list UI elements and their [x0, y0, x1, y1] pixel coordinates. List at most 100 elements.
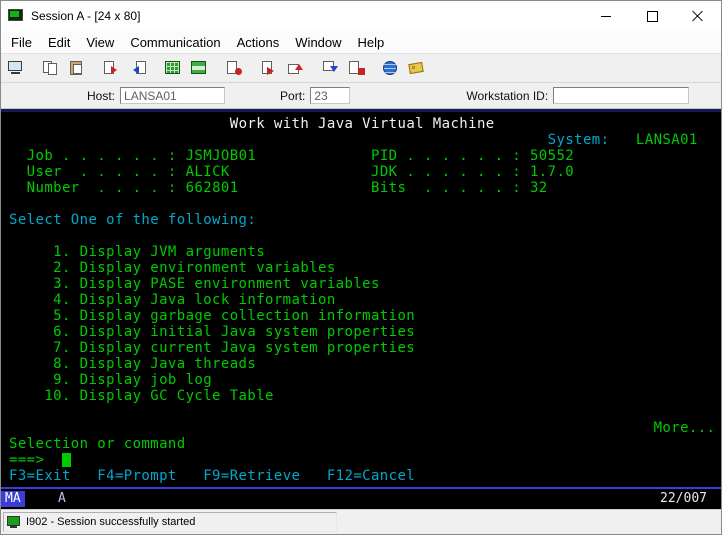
color-setup-icon [190, 60, 208, 76]
menu-edit[interactable]: Edit [40, 33, 78, 52]
terminal-text: 32 [529, 180, 548, 196]
communication-setup-button[interactable] [379, 57, 403, 80]
terminal-row: System: LANSA01 [1, 132, 721, 148]
send-screen-button[interactable] [283, 57, 307, 80]
oia-status-badge: MA [1, 491, 25, 507]
copy-icon [42, 60, 60, 76]
oia-separator [1, 487, 721, 489]
color-setup-button[interactable] [187, 57, 211, 80]
port-label: Port: [280, 88, 306, 103]
oia-session-indicator: A [58, 491, 66, 506]
oia-row: MA A 22/007 [1, 491, 721, 507]
record-macro-button[interactable] [222, 57, 246, 80]
terminal-text: Select One of the following: [9, 212, 257, 228]
terminal-row: ===> [1, 452, 721, 468]
host-label: Host: [87, 88, 116, 103]
session-status-icon [7, 515, 21, 529]
menu-window[interactable]: Window [287, 33, 349, 52]
new-session-button[interactable] [4, 57, 28, 80]
terminal-row: 5. Display garbage collection informatio… [1, 308, 721, 324]
play-macro-icon [260, 60, 278, 76]
keyboard-map-button[interactable] [405, 57, 429, 80]
terminal-row: 8. Display Java threads [1, 356, 721, 372]
copy-button[interactable] [39, 57, 63, 80]
paste-icon [68, 60, 86, 76]
terminal-text: LANSA01 [635, 132, 698, 148]
receive-file-icon [129, 60, 147, 76]
terminal-text: 10. Display GC Cycle Table [44, 388, 274, 404]
paste-button[interactable] [65, 57, 89, 80]
terminal-row: 6. Display initial Java system propertie… [1, 324, 721, 340]
send-file-button[interactable] [100, 57, 124, 80]
workstation-input[interactable] [553, 87, 690, 104]
menu-actions[interactable]: Actions [229, 33, 288, 52]
terminal-row [1, 228, 721, 244]
terminal-row: Work with Java Virtual Machine [1, 116, 721, 132]
terminal-row: 9. Display job log [1, 372, 721, 388]
terminal-row: User . . . . . : ALICK JDK . . . . . . : 1.… [1, 164, 721, 180]
terminal-text: 5. Display garbage collection informatio… [53, 308, 416, 324]
receive-screen-button[interactable] [318, 57, 342, 80]
send-file-icon [103, 60, 121, 76]
receive-screen-icon [321, 60, 339, 76]
menubar: File Edit View Communication Actions Win… [1, 31, 721, 54]
cursor-position: 22/007 [660, 491, 707, 506]
close-button[interactable] [675, 1, 721, 31]
toolbar [1, 54, 721, 83]
terminal-text: 9. Display job log [53, 372, 213, 388]
port-input[interactable] [310, 87, 351, 104]
terminal-text: Selection or command [9, 436, 186, 452]
terminal-text: 50552 [529, 148, 575, 164]
terminal-row: F3=Exit F4=Prompt F9=Retrieve F12=Cancel [1, 468, 721, 484]
terminal-text: 3. Display PASE environment variables [53, 276, 380, 292]
menu-help[interactable]: Help [350, 33, 393, 52]
display-map-button[interactable] [161, 57, 185, 80]
terminal-text: Work with Java Virtual Machine [229, 116, 495, 132]
menu-view[interactable]: View [78, 33, 122, 52]
receive-file-button[interactable] [126, 57, 150, 80]
window-controls [583, 1, 721, 31]
terminal-text: User . . . . . : [26, 164, 177, 180]
terminal-text: Number . . . . : [26, 180, 177, 196]
workstation-label: Workstation ID: [466, 88, 549, 103]
terminal-text: JDK . . . . . . : [371, 164, 522, 180]
menu-file[interactable]: File [3, 33, 40, 52]
session-window: Session A - [24 x 80] File Edit View Com… [0, 0, 722, 535]
terminal-text: System: [547, 132, 610, 148]
terminal-row: 3. Display PASE environment variables [1, 276, 721, 292]
app-icon [8, 9, 24, 23]
terminal-screen[interactable]: Work with Java Virtual Machine System: LAN… [1, 112, 721, 509]
terminal-text: 6. Display initial Java system propertie… [53, 324, 416, 340]
send-screen-icon [286, 60, 304, 76]
statusbar: I902 - Session successfully started [1, 509, 721, 534]
terminal-text: More... [653, 420, 716, 436]
keyboard-map-icon [408, 60, 426, 76]
titlebar: Session A - [24 x 80] [1, 1, 721, 31]
terminal-text: ALICK [185, 164, 230, 180]
terminal-text: 1. Display JVM arguments [53, 244, 266, 260]
display-map-icon [164, 60, 182, 76]
status-message: I902 - Session successfully started [26, 516, 196, 528]
terminal-text: JSMJOB01 [185, 148, 257, 164]
terminal-text: 1.7.0 [529, 164, 575, 180]
terminal-text: 8. Display Java threads [53, 356, 257, 372]
terminal-row: More... [1, 420, 721, 436]
terminal-text: 7. Display current Java system propertie… [53, 340, 416, 356]
status-panel: I902 - Session successfully started [3, 512, 337, 532]
menu-communication[interactable]: Communication [122, 33, 228, 52]
host-input[interactable] [120, 87, 226, 104]
minimize-button[interactable] [583, 1, 629, 31]
stop-macro-button[interactable] [344, 57, 368, 80]
play-macro-button[interactable] [257, 57, 281, 80]
stop-macro-icon [347, 60, 365, 76]
maximize-button[interactable] [629, 1, 675, 31]
terminal-row: Select One of the following: [1, 212, 721, 228]
terminal-row: Number . . . . : 662801 Bits . . . . . : 32 [1, 180, 721, 196]
terminal-text: F3=Exit F4=Prompt F9=Retrieve F12=Cancel [9, 468, 416, 484]
minimize-icon [601, 15, 611, 17]
terminal-text: ===> [9, 452, 45, 468]
terminal-text: 2. Display environment variables [53, 260, 336, 276]
hostbar: Host: Port: Workstation ID: [1, 83, 721, 109]
terminal-row: 7. Display current Java system propertie… [1, 340, 721, 356]
terminal-text: 4. Display Java lock information [53, 292, 336, 308]
